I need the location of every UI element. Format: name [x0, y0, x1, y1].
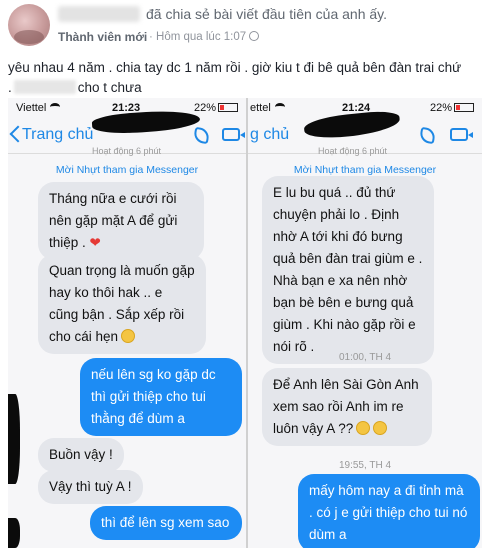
message-text: Để Anh lên Sài Gòn Anh xem sao rồi Anh i…	[273, 377, 419, 436]
video-call-icon[interactable]	[222, 128, 245, 141]
post-line-2: . cho t chưa	[8, 78, 492, 98]
battery: 22%	[194, 102, 238, 114]
smile-emoji-icon	[121, 329, 136, 343]
phone-call-icon[interactable]	[192, 126, 211, 145]
time-separator: 01:00, TH 4	[338, 352, 392, 363]
message-bubble: Vậy thì tuỳ A !	[38, 470, 143, 504]
back-button[interactable]: Trang chủ	[22, 126, 93, 144]
globe-icon	[249, 31, 260, 41]
blurred-author-name[interactable]	[58, 6, 140, 22]
wifi-icon	[274, 103, 285, 111]
post-line-2-suffix: cho t chưa	[77, 80, 142, 95]
timestamp-text: · Hôm qua lúc 1:07	[149, 31, 247, 43]
message-bubble: thì để lên sg xem sao	[90, 506, 242, 540]
time-separator: 19:55, TH 4	[338, 460, 392, 471]
chat-screenshot-left: Viettel 21:23 22% Trang chủ Hoạt động 6 …	[8, 98, 246, 548]
post-header: đã chia sẻ bài viết đầu tiên của anh ấy.…	[0, 0, 496, 52]
blurred-word	[13, 80, 76, 94]
new-member-badge: Thành viên mới	[58, 30, 148, 44]
message-bubble: nếu lên sg ko gặp dc thì gửi thiệp cho t…	[80, 358, 242, 436]
carrier-label: ettel	[250, 102, 285, 114]
post-timestamp[interactable]: · Hôm qua lúc 1:07	[146, 31, 260, 43]
active-status: Hoạt động 6 phút	[92, 146, 162, 156]
battery: 22%	[430, 102, 474, 114]
avatar[interactable]	[8, 4, 50, 46]
share-text: đã chia sẻ bài viết đầu tiên của anh ấy.	[146, 6, 388, 22]
invite-link[interactable]: Mời Nhựt tham gia Messenger	[8, 164, 246, 176]
back-button[interactable]: g chủ	[250, 126, 289, 144]
video-call-icon[interactable]	[450, 128, 473, 141]
post-line-2-prefix: .	[8, 80, 12, 95]
heart-icon: ❤	[85, 235, 101, 250]
post-line-1: yêu nhau 4 năm . chia tay dc 1 năm rồi .…	[8, 60, 462, 75]
message-bubble: Tháng nữa e cưới rồi nên gặp mặt A để gử…	[38, 182, 204, 260]
battery-icon	[218, 103, 238, 112]
message-bubble: Quan trọng là muốn gặp hay ko thôi hak .…	[38, 254, 206, 354]
carrier-label: Viettel	[16, 102, 61, 114]
chat-screenshot-right: ettel 21:24 22% g chủ Hoạt động 6 phút M…	[246, 98, 482, 548]
rolling-eyes-emoji-icon	[373, 421, 388, 435]
post-body: yêu nhau 4 năm . chia tay dc 1 năm rồi .…	[8, 58, 492, 98]
dark-edge-shape	[8, 394, 20, 484]
message-text: Tháng nữa e cưới rồi nên gặp mặt A để gử…	[49, 191, 178, 250]
message-bubble: E lu bu quá .. đủ thứ chuyện phải lo . Đ…	[262, 176, 434, 364]
dark-edge-shape	[8, 518, 20, 548]
message-bubble: mấy hôm nay a đi tỉnh mà . có j e gửi th…	[298, 474, 480, 548]
wifi-icon	[50, 103, 61, 111]
invite-link[interactable]: Mời Nhựt tham gia Messenger	[248, 164, 482, 176]
phone-call-icon[interactable]	[418, 126, 437, 145]
message-bubble: Để Anh lên Sài Gòn Anh xem sao rồi Anh i…	[262, 368, 432, 446]
rolling-eyes-emoji-icon	[356, 421, 371, 435]
battery-icon	[454, 103, 474, 112]
active-status: Hoạt động 6 phút	[318, 146, 388, 156]
message-bubble: Buồn vậy !	[38, 438, 124, 472]
